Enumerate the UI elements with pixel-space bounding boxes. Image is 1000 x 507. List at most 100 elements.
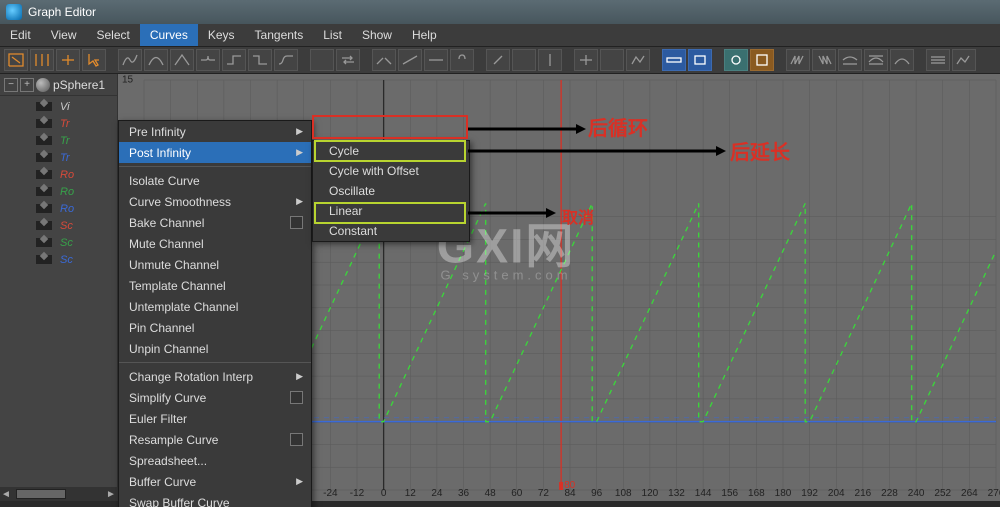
collapse-minus-icon[interactable]: −	[4, 78, 18, 92]
menuitem-unmute-channel[interactable]: Unmute Channel	[119, 254, 311, 275]
menuitem-buffer-curve[interactable]: Buffer Curve▶	[119, 471, 311, 492]
outliner-scrollbar[interactable]: ◄ ►	[0, 487, 117, 501]
denormalize-icon[interactable]	[890, 49, 914, 71]
channel-row[interactable]: Sc	[0, 234, 117, 251]
channel-row[interactable]: Tr	[0, 149, 117, 166]
isolate-icon[interactable]	[724, 49, 748, 71]
menuitem-simplify-curve[interactable]: Simplify Curve	[119, 387, 311, 408]
menu-curves[interactable]: Curves	[140, 24, 198, 46]
menuitem-mute-channel[interactable]: Mute Channel	[119, 233, 311, 254]
channel-row[interactable]: Tr	[0, 132, 117, 149]
tool-arrow-icon[interactable]	[82, 49, 106, 71]
channel-label: Tr	[60, 152, 70, 164]
normalize-icon[interactable]	[864, 49, 888, 71]
menu-edit[interactable]: Edit	[0, 24, 41, 46]
menuitem-label: Buffer Curve	[129, 475, 196, 489]
channel-row[interactable]: Tr	[0, 115, 117, 132]
scroll-left-icon[interactable]: ◄	[0, 488, 12, 500]
menu-list[interactable]: List	[313, 24, 352, 46]
tangent-clamped-icon[interactable]	[144, 49, 168, 71]
submenuitem-linear[interactable]: Linear	[313, 201, 469, 221]
option-box-icon[interactable]	[290, 216, 303, 229]
key-insert-icon[interactable]	[538, 49, 562, 71]
menuitem-label: Isolate Curve	[129, 174, 200, 188]
curve-snap-icon[interactable]	[838, 49, 862, 71]
menuitem-label: Swap Buffer Curve	[129, 496, 230, 507]
menu-keys[interactable]: Keys	[198, 24, 245, 46]
submenuitem-label: Linear	[329, 204, 362, 218]
scroll-thumb[interactable]	[16, 489, 66, 499]
buffer-snapshot-icon[interactable]	[310, 49, 334, 71]
free-tangent-icon[interactable]	[424, 49, 448, 71]
menuitem-bake-channel[interactable]: Bake Channel	[119, 212, 311, 233]
menuitem-curve-smoothness[interactable]: Curve Smoothness▶	[119, 191, 311, 212]
post-infinity-icon[interactable]	[812, 49, 836, 71]
channel-row[interactable]: Ro	[0, 200, 117, 217]
channel-row[interactable]: Ro	[0, 166, 117, 183]
menu-tangents[interactable]: Tangents	[245, 24, 314, 46]
unify-tangent-icon[interactable]	[398, 49, 422, 71]
tangent-step-icon[interactable]	[222, 49, 246, 71]
menuitem-post-infinity[interactable]: Post Infinity▶	[119, 142, 311, 163]
tool-center-icon[interactable]	[56, 49, 80, 71]
menuitem-unpin-channel[interactable]: Unpin Channel	[119, 338, 311, 359]
submenuitem-constant[interactable]: Constant	[313, 221, 469, 241]
submenu-arrow-icon: ▶	[296, 147, 303, 158]
pre-infinity-icon[interactable]	[786, 49, 810, 71]
channel-row[interactable]: Ro	[0, 183, 117, 200]
channel-label: Tr	[60, 118, 70, 130]
tool-frame-selection-icon[interactable]	[30, 49, 54, 71]
channel-row[interactable]: Sc	[0, 217, 117, 234]
x-tick: 0	[381, 488, 387, 499]
tool-frame-all-icon[interactable]	[4, 49, 28, 71]
menuitem-spreadsheet-[interactable]: Spreadsheet...	[119, 450, 311, 471]
outliner-header[interactable]: − + pSphere1	[0, 74, 117, 96]
menuitem-untemplate-channel[interactable]: Untemplate Channel	[119, 296, 311, 317]
absolute-view-icon[interactable]	[952, 49, 976, 71]
bookmark-icon[interactable]	[750, 49, 774, 71]
submenuitem-cycle-with-offset[interactable]: Cycle with Offset	[313, 161, 469, 181]
x-tick: 276	[988, 488, 1000, 499]
tangent-flat-icon[interactable]	[196, 49, 220, 71]
menuitem-pre-infinity[interactable]: Pre Infinity▶	[119, 121, 311, 142]
timeslider-toggle-icon[interactable]	[662, 49, 686, 71]
x-tick: 240	[908, 488, 925, 499]
menuitem-resample-curve[interactable]: Resample Curve	[119, 429, 311, 450]
menu-view[interactable]: View	[41, 24, 87, 46]
tangent-plateau-icon[interactable]	[274, 49, 298, 71]
curves-menu-dropdown: Pre Infinity▶Post Infinity▶ Isolate Curve…	[118, 120, 312, 507]
break-tangent-icon[interactable]	[372, 49, 396, 71]
key-add-icon[interactable]	[512, 49, 536, 71]
tangent-linear-icon[interactable]	[170, 49, 194, 71]
expand-plus-icon[interactable]: +	[20, 78, 34, 92]
lock-tangent-icon[interactable]	[450, 49, 474, 71]
region-icon[interactable]	[600, 49, 624, 71]
menu-help[interactable]: Help	[402, 24, 447, 46]
tangent-spline-icon[interactable]	[118, 49, 142, 71]
menuitem-swap-buffer-curve[interactable]: Swap Buffer Curve	[119, 492, 311, 507]
post-infinity-submenu: CycleCycle with OffsetOscillate Linear Con…	[312, 140, 470, 242]
menuitem-change-rotation-interp[interactable]: Change Rotation Interp▶	[119, 366, 311, 387]
menuitem-euler-filter[interactable]: Euler Filter	[119, 408, 311, 429]
x-tick: 228	[881, 488, 898, 499]
menu-select[interactable]: Select	[86, 24, 139, 46]
submenuitem-oscillate[interactable]: Oscillate	[313, 181, 469, 201]
x-tick: 168	[748, 488, 765, 499]
menuitem-pin-channel[interactable]: Pin Channel	[119, 317, 311, 338]
menuitem-template-channel[interactable]: Template Channel	[119, 275, 311, 296]
scroll-right-icon[interactable]: ►	[105, 488, 117, 500]
option-box-icon[interactable]	[290, 433, 303, 446]
lattice-icon[interactable]	[574, 49, 598, 71]
menu-show[interactable]: Show	[352, 24, 402, 46]
buffer-swap-icon[interactable]	[336, 49, 360, 71]
menuitem-isolate-curve[interactable]: Isolate Curve	[119, 170, 311, 191]
channel-row[interactable]: Sc	[0, 251, 117, 268]
channel-row[interactable]: Vi	[0, 98, 117, 115]
tangent-stepnext-icon[interactable]	[248, 49, 272, 71]
stacked-icon[interactable]	[926, 49, 950, 71]
retime-icon[interactable]	[626, 49, 650, 71]
autokey-icon[interactable]	[688, 49, 712, 71]
submenuitem-cycle[interactable]: Cycle	[313, 141, 469, 161]
option-box-icon[interactable]	[290, 391, 303, 404]
mute-icon[interactable]	[486, 49, 510, 71]
